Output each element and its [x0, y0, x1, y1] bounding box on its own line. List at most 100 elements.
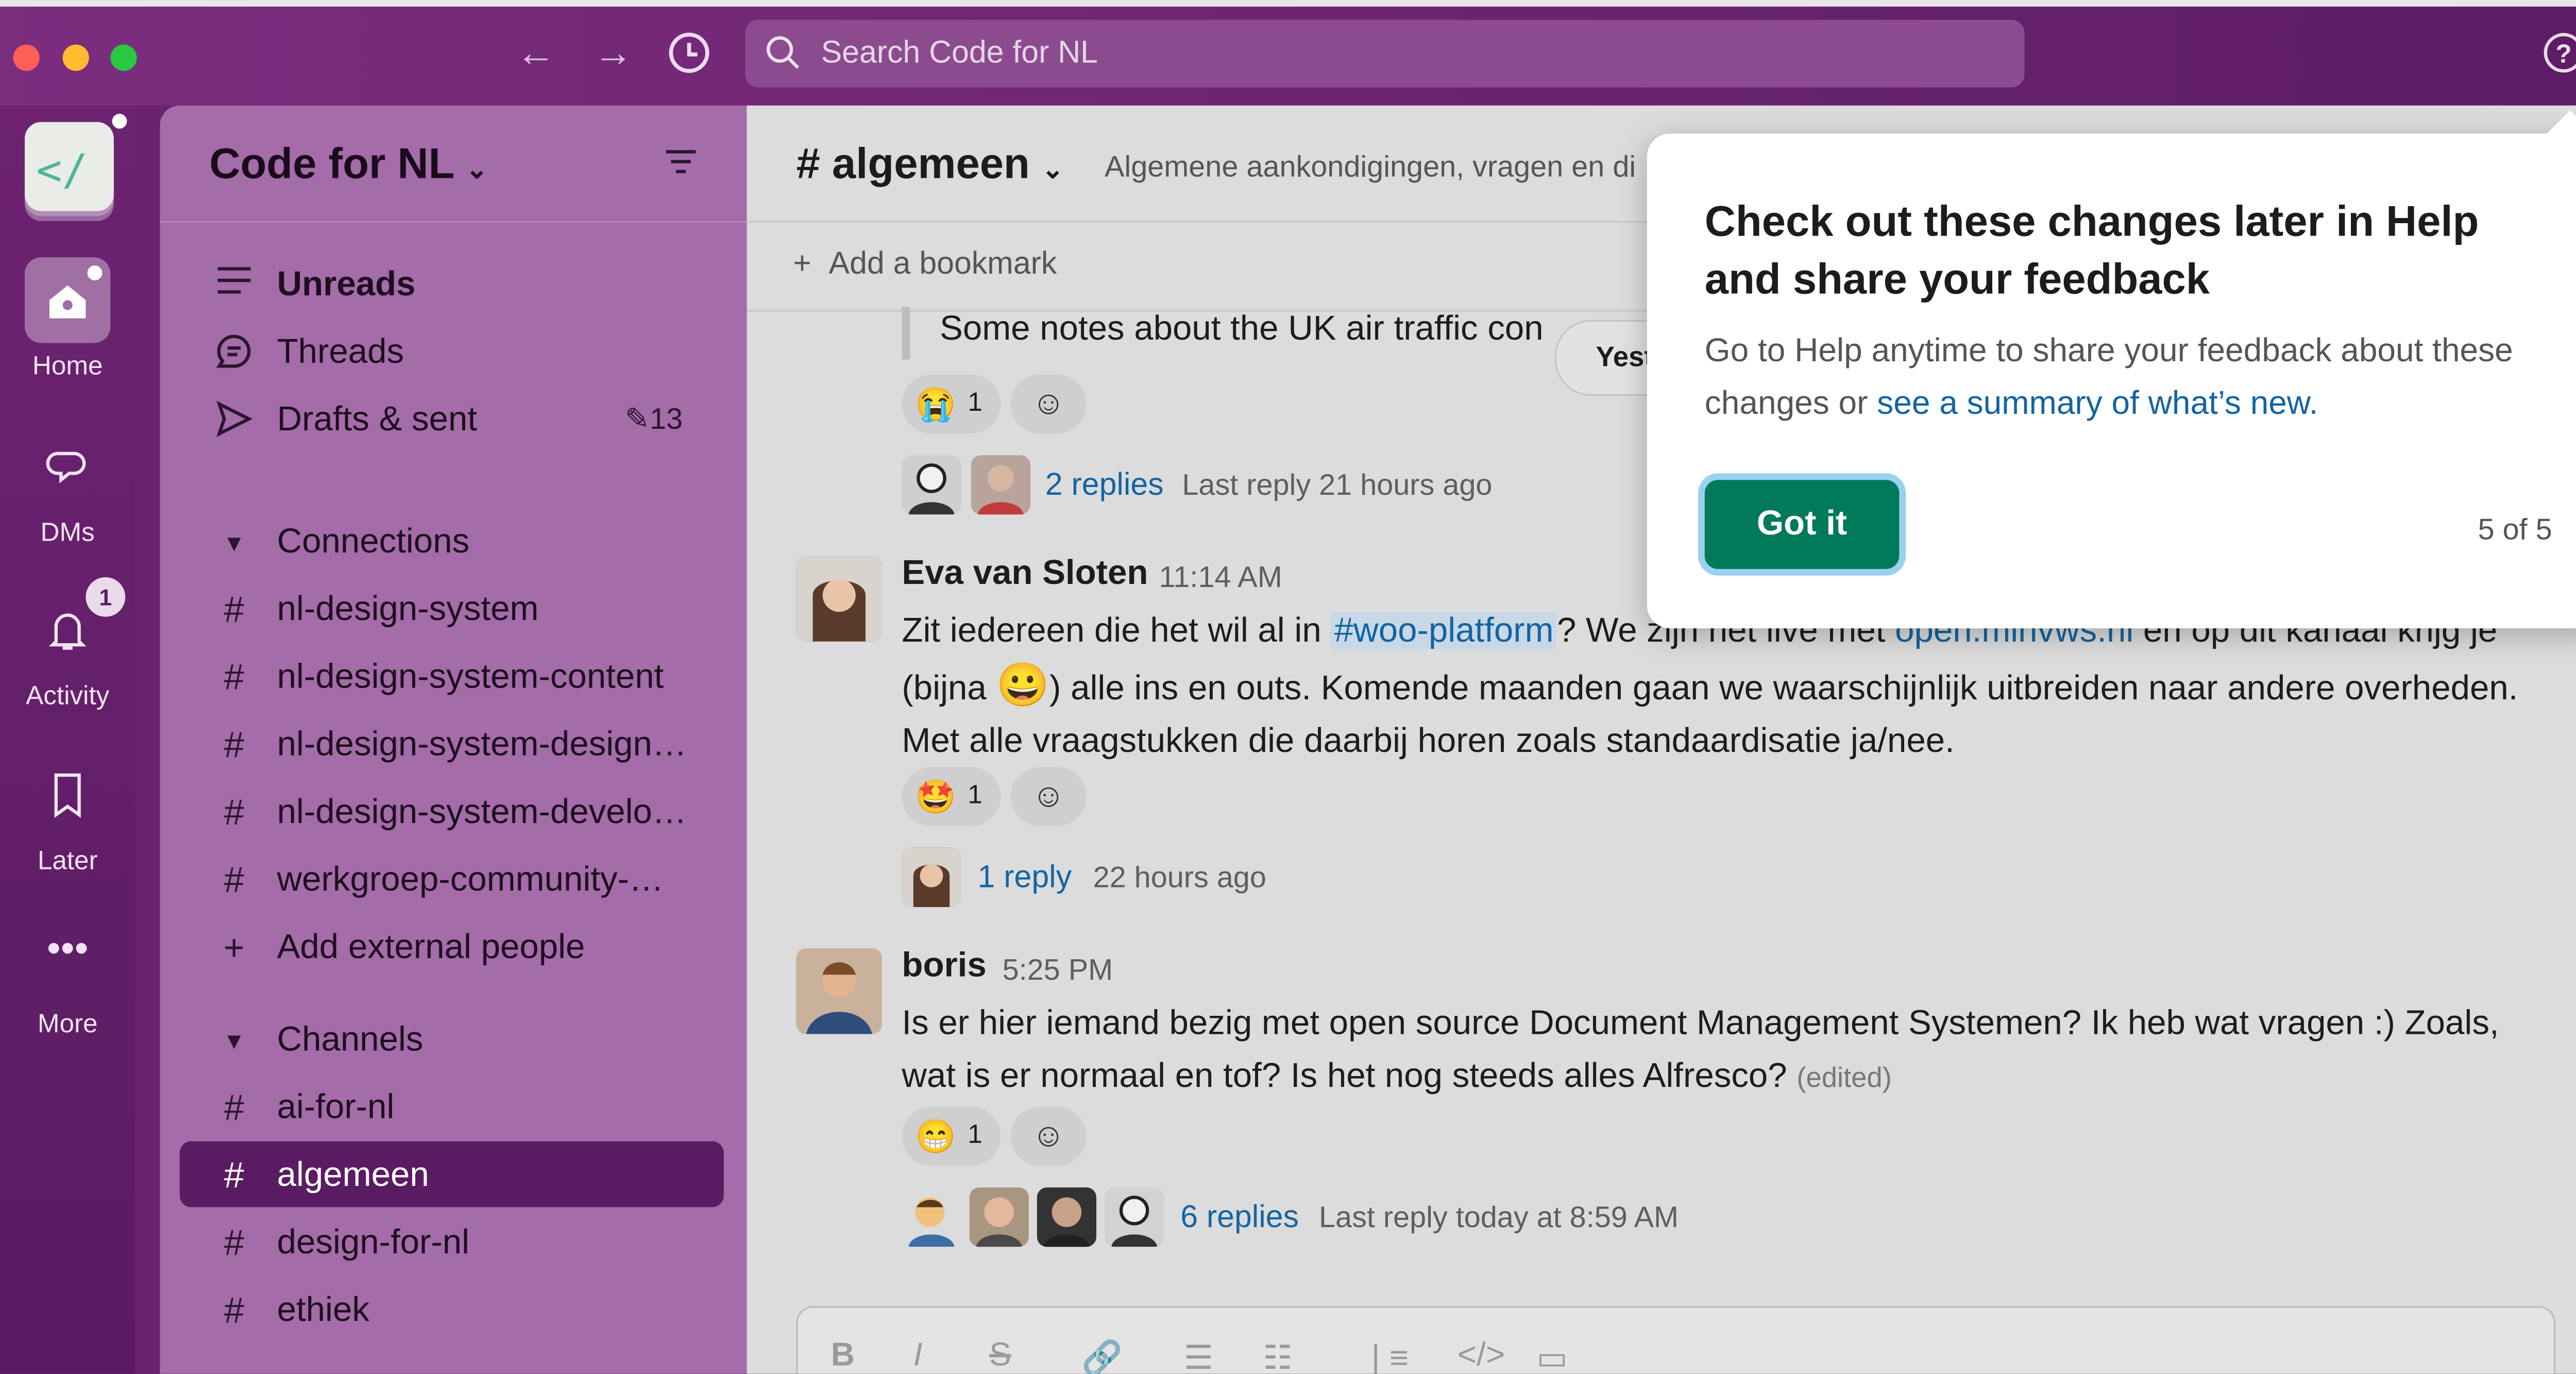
channel-mention-link[interactable]: #woo-platform: [1331, 612, 1557, 650]
slack-window: ← → Search Code for NL ? </ Home DMs 1 A…: [0, 0, 2576, 1374]
rail-activity[interactable]: 1 Activity: [0, 577, 135, 720]
reaction-pill[interactable]: 😭 1: [902, 374, 1001, 434]
channel-name: ethiek: [277, 1291, 369, 1330]
quoted-text: Some notes about the UK air traffic con: [940, 310, 1544, 348]
sidebar-item-threads[interactable]: Threads: [180, 319, 724, 384]
channel-name: nl-design-system-content: [277, 658, 664, 696]
got-it-button[interactable]: Got it: [1704, 480, 1900, 569]
link-icon[interactable]: 🔗: [1081, 1337, 1123, 1374]
add-bookmark-label: Add a bookmark: [828, 247, 1057, 282]
add-reaction-icon[interactable]: ☺: [1010, 374, 1087, 434]
replies-link[interactable]: 1 reply: [978, 861, 1072, 897]
bullet-list-icon[interactable]: ☷: [1263, 1337, 1292, 1374]
whats-new-link[interactable]: see a summary of what’s new.: [1877, 386, 2318, 422]
hash-icon: #: [224, 589, 244, 630]
avatar[interactable]: [1105, 1187, 1164, 1247]
code-icon[interactable]: </>: [1458, 1337, 1505, 1373]
channel-name: algemeen: [277, 1156, 429, 1194]
section-channels[interactable]: ▼ Channels: [180, 1006, 724, 1072]
code-block-icon[interactable]: ▭: [1536, 1337, 1568, 1374]
avatar[interactable]: [1037, 1187, 1096, 1247]
message-time[interactable]: 11:14 AM: [1159, 561, 1282, 595]
avatar[interactable]: [969, 1187, 1029, 1247]
rail-more[interactable]: ••• More: [0, 927, 135, 1046]
popover-body: Go to Help anytime to share your feedbac…: [1705, 325, 2529, 430]
forward-arrow-icon[interactable]: →: [588, 30, 638, 79]
sidebar-channel[interactable]: # nl-design-system-develo…: [180, 778, 724, 844]
message-time[interactable]: 5:25 PM: [1003, 953, 1113, 988]
channel-title: # algemeen: [796, 138, 1030, 188]
avatar[interactable]: [796, 948, 882, 1034]
threads-icon: [213, 331, 256, 374]
section-connections[interactable]: ▼ Connections: [180, 508, 724, 574]
search-input[interactable]: Search Code for NL: [745, 20, 2025, 88]
plus-icon: +: [793, 247, 811, 282]
channel-name: design-for-nl: [277, 1224, 470, 1262]
bell-icon: [43, 605, 92, 663]
channel-sidebar: Code for NL ⌄ Unreads Threads Drafts & s…: [160, 105, 747, 1374]
back-arrow-icon[interactable]: ←: [511, 30, 561, 79]
message-composer[interactable]: B I S 🔗 ☰ ☷ ❘≡ </> ▭: [796, 1306, 2555, 1374]
sidebar-item-drafts[interactable]: Drafts & sent ✎13: [180, 386, 724, 452]
sidebar-channel[interactable]: # nl-design-system: [180, 576, 724, 642]
add-external-people-button[interactable]: + Add external people: [180, 914, 724, 980]
hash-icon: #: [224, 792, 244, 833]
rail-dms[interactable]: DMs: [0, 444, 135, 559]
add-bookmark-button[interactable]: + Add a bookmark: [793, 247, 1057, 283]
add-external-people-label: Add external people: [277, 928, 585, 967]
minimize-window-button[interactable]: [62, 44, 89, 71]
history-icon[interactable]: [665, 30, 714, 79]
sidebar-channel[interactable]: # design-for-nl: [180, 1209, 724, 1275]
add-reaction-icon[interactable]: ☺: [1010, 767, 1087, 827]
avatar[interactable]: [971, 455, 1030, 515]
sidebar-channel[interactable]: # nl-design-system-content: [180, 643, 724, 709]
workspace-unread-dot: [112, 113, 127, 129]
reaction-emoji: 😭: [915, 388, 956, 424]
rail-later-label: Later: [37, 847, 98, 876]
strikethrough-button[interactable]: S: [989, 1337, 1011, 1373]
help-changes-popover: Check out these changes later in Help an…: [1647, 110, 2576, 629]
message-body: Is er hier iemand bezig met open source …: [902, 998, 2550, 1105]
help-icon[interactable]: ?: [2544, 33, 2576, 73]
reaction-pill[interactable]: 😁 1: [902, 1107, 1001, 1166]
sidebar-item-label: Drafts & sent: [277, 400, 478, 439]
sidebar-channel[interactable]: # werkgroep-community-…: [180, 846, 724, 912]
filter-icon[interactable]: [663, 145, 699, 187]
close-window-button[interactable]: [13, 44, 40, 71]
rail-home[interactable]: Home: [0, 257, 135, 389]
sidebar-channel[interactable]: # ai-for-nl: [180, 1074, 724, 1140]
sidebar-channel[interactable]: # nl-design-system-design…: [180, 711, 724, 777]
send-icon: [213, 399, 256, 442]
add-reaction-icon[interactable]: ☺: [1010, 1107, 1087, 1166]
activity-badge: 1: [86, 577, 126, 617]
reaction-count: 1: [968, 1121, 982, 1150]
hash-icon: #: [224, 656, 244, 698]
quote-bar: [902, 307, 910, 360]
workspace-name: Code for NL: [209, 138, 454, 188]
avatar[interactable]: [902, 847, 961, 907]
zoom-window-button[interactable]: [110, 44, 137, 71]
quote-icon[interactable]: ❘≡: [1362, 1337, 1409, 1374]
reaction-pill[interactable]: 🤩 1: [902, 767, 1001, 827]
rail-activity-label: Activity: [26, 682, 110, 711]
replies-link[interactable]: 6 replies: [1180, 1201, 1299, 1237]
channel-name-button[interactable]: # algemeen ⌄: [796, 139, 1064, 190]
ordered-list-icon[interactable]: ☰: [1184, 1337, 1213, 1374]
replies-link[interactable]: 2 replies: [1045, 468, 1164, 505]
avatar[interactable]: [902, 1187, 961, 1247]
italic-button[interactable]: I: [913, 1337, 923, 1373]
sidebar-item-unreads[interactable]: Unreads: [180, 250, 724, 316]
window-top-edge: [0, 0, 2576, 7]
sidebar-channel[interactable]: # ethiek: [180, 1277, 724, 1343]
channel-topic[interactable]: Algemene aankondigingen, vragen en di: [1105, 150, 1636, 185]
message-author[interactable]: boris: [902, 947, 986, 986]
message-author[interactable]: Eva van Sloten: [902, 554, 1148, 594]
avatar[interactable]: [796, 556, 882, 642]
sidebar-channel-selected[interactable]: # algemeen: [179, 1141, 724, 1208]
avatar[interactable]: [902, 455, 961, 515]
more-icon: •••: [46, 927, 89, 971]
workspace-name-button[interactable]: Code for NL ⌄: [209, 139, 488, 190]
rail-later[interactable]: Later: [0, 770, 135, 885]
bold-button[interactable]: B: [831, 1337, 855, 1373]
workspace-logo[interactable]: </: [25, 122, 114, 211]
